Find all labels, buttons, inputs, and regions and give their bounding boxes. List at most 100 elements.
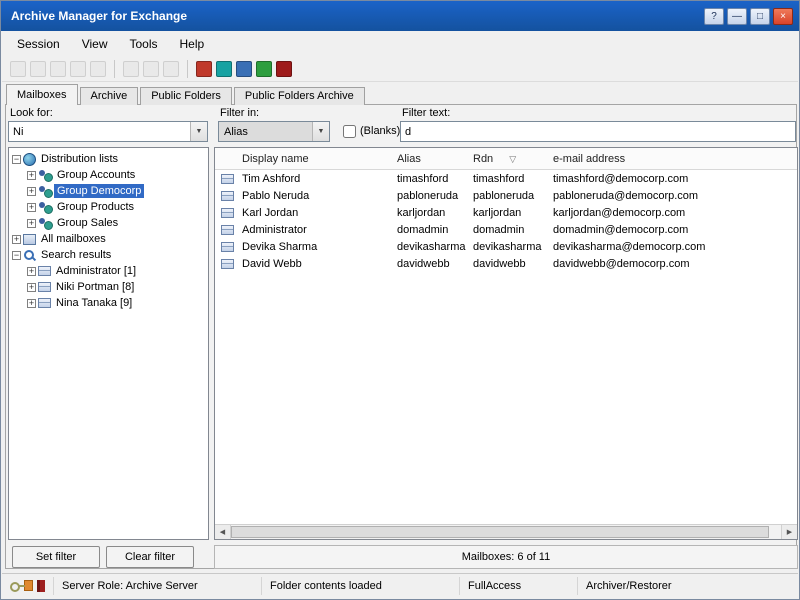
group-icon xyxy=(38,217,52,230)
scrollbar-thumb[interactable] xyxy=(231,526,769,538)
tab-mailboxes[interactable]: Mailboxes xyxy=(6,84,78,105)
tab-archive[interactable]: Archive xyxy=(80,87,139,105)
toolbar-separator xyxy=(114,60,115,78)
expand-icon[interactable]: + xyxy=(27,299,36,308)
help-book-icon[interactable] xyxy=(276,61,292,77)
mailbox-icon xyxy=(38,282,51,292)
expand-icon[interactable]: + xyxy=(12,235,21,244)
book-icon xyxy=(37,580,46,592)
window-controls: ?—□× xyxy=(704,8,793,25)
column-header-display-name[interactable]: Display name xyxy=(215,153,395,165)
open-folder-icon xyxy=(10,61,26,77)
mailbox-icon xyxy=(38,266,51,276)
tree-item-niki-portman-8[interactable]: + Niki Portman [8] xyxy=(9,279,208,295)
help-button[interactable]: ? xyxy=(704,8,724,25)
expand-icon[interactable]: + xyxy=(27,267,36,276)
tree-item-search-results[interactable]: −Search results xyxy=(9,247,208,263)
tab-public-folders-archive[interactable]: Public Folders Archive xyxy=(234,87,365,105)
tree-item-group-products[interactable]: +Group Products xyxy=(9,199,208,215)
search-icon[interactable] xyxy=(236,61,252,77)
collapse-icon[interactable]: − xyxy=(12,155,21,164)
folder-status: Folder contents loaded xyxy=(262,577,460,595)
maximize-button[interactable]: □ xyxy=(750,8,770,25)
table-row-pablo-neruda[interactable]: Pablo Nerudapablonerudapablonerudapablon… xyxy=(215,187,797,204)
recycle-icon[interactable] xyxy=(216,61,232,77)
chevron-down-icon[interactable]: ▼ xyxy=(312,122,329,141)
tree-item-group-sales[interactable]: +Group Sales xyxy=(9,215,208,231)
filter-text-label: Filter text: xyxy=(402,107,450,119)
key-icon xyxy=(10,582,20,590)
export-pdf-icon[interactable] xyxy=(196,61,212,77)
horizontal-scrollbar[interactable]: ◀ ▶ xyxy=(215,524,797,539)
menu-tools[interactable]: Tools xyxy=(119,34,169,54)
tree-item-group-democorp[interactable]: +Group Democorp xyxy=(9,183,208,199)
tree-item-all-mailboxes[interactable]: + All mailboxes xyxy=(9,231,208,247)
collapse-icon[interactable]: − xyxy=(12,251,21,260)
cell-display-name: Administrator xyxy=(215,224,395,236)
blanks-checkbox[interactable] xyxy=(343,125,356,138)
tree-item-group-accounts[interactable]: +Group Accounts xyxy=(9,167,208,183)
table-row-devika-sharma[interactable]: Devika Sharmadevikasharmadevikasharmadev… xyxy=(215,238,797,255)
tree-item-label: Administrator [1] xyxy=(53,264,139,278)
column-header-alias[interactable]: Alias xyxy=(395,153,471,165)
table-row-david-webb[interactable]: David Webbdavidwebbdavidwebbdavidwebb@de… xyxy=(215,255,797,272)
titlebar: Archive Manager for Exchange ?—□× xyxy=(1,1,799,31)
search-results-icon xyxy=(23,249,36,262)
filter-text-input[interactable] xyxy=(401,122,795,141)
tree-item-label: Niki Portman [8] xyxy=(53,280,137,294)
filter-in-combobox[interactable]: Alias ▼ xyxy=(218,121,330,142)
group-icon xyxy=(38,201,52,214)
expand-icon[interactable]: + xyxy=(27,203,36,212)
mailbox-icon xyxy=(221,208,234,218)
group-icon xyxy=(38,169,52,182)
scroll-left-icon[interactable]: ◀ xyxy=(215,525,231,539)
expand-icon[interactable]: + xyxy=(27,187,36,196)
cell-alias: domadmin xyxy=(395,224,471,236)
table-row-administrator[interactable]: Administratordomadmindomadmindomadmin@de… xyxy=(215,221,797,238)
cell-rdn: devikasharma xyxy=(471,241,551,253)
role-status: Archiver/Restorer xyxy=(578,577,798,595)
menu-session[interactable]: Session xyxy=(6,34,71,54)
clear-filter-button[interactable]: Clear filter xyxy=(106,546,194,568)
scroll-right-icon[interactable]: ▶ xyxy=(781,525,797,539)
menu-bar: SessionViewToolsHelp xyxy=(2,31,798,56)
cell-rdn: timashford xyxy=(471,173,551,185)
tree-item-administrator-1[interactable]: + Administrator [1] xyxy=(9,263,208,279)
copy-icon xyxy=(50,61,66,77)
chevron-down-icon[interactable]: ▼ xyxy=(190,122,207,141)
tree-item-label: All mailboxes xyxy=(38,232,109,246)
column-header-rdn[interactable]: Rdn▽ xyxy=(471,153,551,165)
paste-icon xyxy=(70,61,86,77)
sort-indicator-icon: ▽ xyxy=(509,154,516,164)
menu-view[interactable]: View xyxy=(71,34,119,54)
cell-alias: devikasharma xyxy=(395,241,471,253)
column-header-e-mail-address[interactable]: e-mail address xyxy=(551,153,797,165)
look-for-combobox[interactable]: ▼ xyxy=(8,121,208,142)
filter-text-field[interactable] xyxy=(400,121,796,142)
menu-help[interactable]: Help xyxy=(169,34,216,54)
mailbox-icon xyxy=(221,225,234,235)
mailboxes-tab-content: Look for: ▼ Filter in: Alias ▼ (Blanks) … xyxy=(5,104,797,569)
new-document-icon xyxy=(123,61,139,77)
table-row-karl-jordan[interactable]: Karl Jordankarljordankarljordankarljorda… xyxy=(215,204,797,221)
mailbox-tree: −Distribution lists+Group Accounts+Group… xyxy=(8,147,209,540)
expand-icon[interactable]: + xyxy=(27,283,36,292)
expand-icon[interactable]: + xyxy=(27,219,36,228)
set-filter-button[interactable]: Set filter xyxy=(12,546,100,568)
import-icon xyxy=(30,61,46,77)
expand-icon[interactable]: + xyxy=(27,171,36,180)
cell-alias: karljordan xyxy=(395,207,471,219)
tree-item-distribution-lists[interactable]: −Distribution lists xyxy=(9,151,208,167)
minimize-button[interactable]: — xyxy=(727,8,747,25)
tree-item-label: Nina Tanaka [9] xyxy=(53,296,135,310)
tree-item-nina-tanaka-9[interactable]: + Nina Tanaka [9] xyxy=(9,295,208,311)
table-row-tim-ashford[interactable]: Tim Ashfordtimashfordtimashfordtimashfor… xyxy=(215,170,797,187)
globe-icon[interactable] xyxy=(256,61,272,77)
mailbox-count-strip: Mailboxes: 6 of 11 xyxy=(214,545,798,569)
cell-e-mail-address: timashford@democorp.com xyxy=(551,173,797,185)
look-for-input[interactable] xyxy=(9,126,190,138)
tab-public-folders[interactable]: Public Folders xyxy=(140,87,232,105)
close-button[interactable]: × xyxy=(773,8,793,25)
mailbox-count-text: Mailboxes: 6 of 11 xyxy=(462,551,550,563)
status-bar: Server Role: Archive Server Folder conte… xyxy=(2,573,798,597)
